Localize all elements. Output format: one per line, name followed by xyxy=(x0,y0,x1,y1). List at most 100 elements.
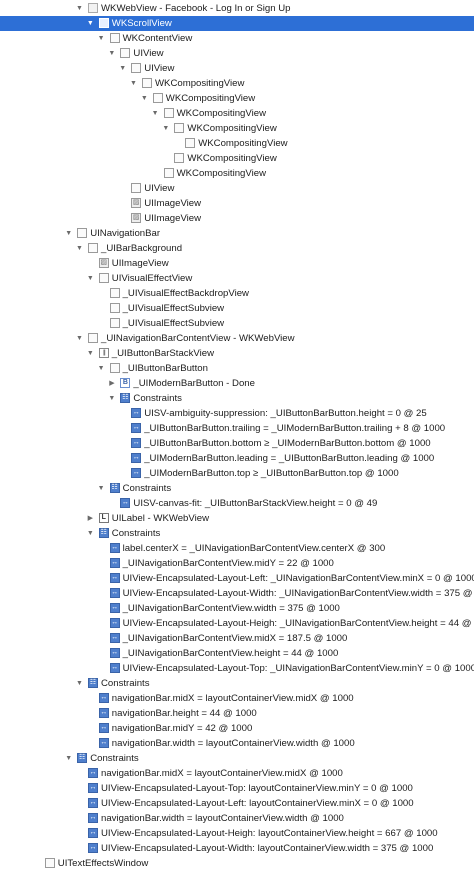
tree-row[interactable]: ▼ UIView xyxy=(0,61,474,76)
tree-row[interactable]: ▨ UIImageView xyxy=(0,211,474,226)
tree-row[interactable]: _UIVisualEffectBackdropView xyxy=(0,286,474,301)
tree-row[interactable]: ▼ UIVisualEffectView xyxy=(0,271,474,286)
disclosure-expanded-icon[interactable]: ▼ xyxy=(86,526,95,541)
disclosure-collapsed-icon[interactable]: ▶ xyxy=(86,511,95,526)
tree-row-label: Constraints xyxy=(111,527,161,539)
tree-row[interactable]: ↔ _UINavigationBarContentView.width = 375… xyxy=(0,601,474,616)
tree-row[interactable]: ↔ UISV-ambiguity-suppression: _UIButtonBa… xyxy=(0,406,474,421)
tree-row[interactable]: ▼ _UIButtonBarButton xyxy=(0,361,474,376)
tree-row[interactable]: ▼ ☷ Constraints xyxy=(0,676,474,691)
tree-row-label: WKScrollView xyxy=(111,17,172,29)
tree-row[interactable]: WKCompositingView xyxy=(0,151,474,166)
tree-row[interactable]: ▼ ☷ Constraints xyxy=(0,481,474,496)
tree-row[interactable]: ↔ navigationBar.width = layoutContainerVi… xyxy=(0,736,474,751)
tree-row[interactable]: ▨ UIImageView xyxy=(0,196,474,211)
disclosure-expanded-icon[interactable]: ▼ xyxy=(75,241,84,256)
tree-row[interactable]: ↔ _UIModernBarButton.leading = _UIButtonB… xyxy=(0,451,474,466)
tree-row[interactable]: ▼ WKCompositingView xyxy=(0,91,474,106)
constraint-icon: ↔ xyxy=(109,662,120,673)
tree-row[interactable]: ▼ ☷ Constraints xyxy=(0,391,474,406)
disclosure-collapsed-icon[interactable]: ▶ xyxy=(107,376,116,391)
tree-row-label: UINavigationBar xyxy=(90,227,161,239)
tree-row[interactable]: ↔ _UINavigationBarContentView.midY = 22 @… xyxy=(0,556,474,571)
disclosure-expanded-icon[interactable]: ▼ xyxy=(97,481,106,496)
tree-row[interactable]: ↔ navigationBar.width = layoutContainerVi… xyxy=(0,811,474,826)
disclosure-expanded-icon[interactable]: ▼ xyxy=(107,391,116,406)
tree-row[interactable]: WKCompositingView xyxy=(0,136,474,151)
tree-row[interactable]: ↔ _UINavigationBarContentView.height = 44… xyxy=(0,646,474,661)
tree-row[interactable]: ↔ UIView-Encapsulated-Layout-Heigh: _UINa… xyxy=(0,616,474,631)
disclosure-expanded-icon[interactable]: ▼ xyxy=(97,361,106,376)
constraint-icon: ↔ xyxy=(88,767,98,778)
tree-row[interactable]: ↔ UIView-Encapsulated-Layout-Top: layoutC… xyxy=(0,781,474,796)
tree-row[interactable]: _UIVisualEffectSubview xyxy=(0,301,474,316)
disclosure-expanded-icon[interactable]: ▼ xyxy=(161,121,170,136)
tree-row-label: UIView-Encapsulated-Layout-Top: _UINavig… xyxy=(122,662,474,674)
tree-row[interactable]: ▶ L UILabel - WKWebView xyxy=(0,511,474,526)
tree-row[interactable]: ↔ navigationBar.midY = 42 @ 1000 xyxy=(0,721,474,736)
tree-row[interactable]: ▼ UINavigationBar xyxy=(0,226,474,241)
tree-row[interactable]: ↔ navigationBar.midX = layoutContainerVie… xyxy=(0,766,474,781)
constraint-icon: ↔ xyxy=(98,692,109,703)
disclosure-expanded-icon[interactable]: ▼ xyxy=(64,751,73,766)
tree-row[interactable]: ▶ B _UIModernBarButton - Done xyxy=(0,376,474,391)
tree-row[interactable]: ↔ UIView-Encapsulated-Layout-Width: layou… xyxy=(0,841,474,856)
tree-row[interactable]: ▨ UIImageView xyxy=(0,256,474,271)
disclosure-expanded-icon[interactable]: ▼ xyxy=(151,106,160,121)
tree-row[interactable]: ↔ _UIButtonBarButton.trailing = _UIModern… xyxy=(0,421,474,436)
tree-row[interactable]: ↔ _UIModernBarButton.top ≥ _UIButtonBarBu… xyxy=(0,466,474,481)
tree-row-label: UIView-Encapsulated-Layout-Left: _UINavi… xyxy=(122,572,474,584)
tree-row[interactable]: ↔ UIView-Encapsulated-Layout-Width: _UINa… xyxy=(0,586,474,601)
disclosure-expanded-icon[interactable]: ▼ xyxy=(86,16,95,31)
tree-row[interactable]: ▼ _UIBarBackground xyxy=(0,241,474,256)
tree-row[interactable]: WKCompositingView xyxy=(0,166,474,181)
disclosure-expanded-icon[interactable]: ▼ xyxy=(86,271,95,286)
disclosure-expanded-icon[interactable]: ▼ xyxy=(75,331,84,346)
constraints-icon: ☷ xyxy=(88,677,98,688)
constraint-icon: ↔ xyxy=(131,437,142,448)
view-icon xyxy=(185,137,196,148)
tree-row[interactable]: ▼ WKScrollView xyxy=(0,15,474,31)
tree-row[interactable]: ↔ UIView-Encapsulated-Layout-Left: _UINav… xyxy=(0,571,474,586)
tree-row[interactable]: ↔ navigationBar.midX = layoutContainerVie… xyxy=(0,691,474,706)
constraint-icon: ↔ xyxy=(109,602,120,613)
disclosure-expanded-icon[interactable]: ▼ xyxy=(75,1,84,16)
constraint-icon: ↔ xyxy=(109,617,120,628)
tree-row[interactable]: ↔ UIView-Encapsulated-Layout-Heigh: layou… xyxy=(0,826,474,841)
tree-row[interactable]: ↔ navigationBar.height = 44 @ 1000 xyxy=(0,706,474,721)
disclosure-expanded-icon[interactable]: ▼ xyxy=(118,61,127,76)
tree-row[interactable]: ▼ ☷ Constraints xyxy=(0,751,474,766)
disclosure-expanded-icon[interactable]: ▼ xyxy=(107,46,116,61)
tree-row[interactable]: ▼ WKCompositingView xyxy=(0,121,474,136)
tree-row[interactable]: ↔ UIView-Encapsulated-Layout-Top: _UINavi… xyxy=(0,661,474,676)
disclosure-expanded-icon[interactable]: ▼ xyxy=(97,31,106,46)
disclosure-expanded-icon[interactable]: ▼ xyxy=(86,346,95,361)
tree-row[interactable]: ↔ label.centerX = _UINavigationBarContent… xyxy=(0,541,474,556)
view-icon xyxy=(163,107,174,118)
disclosure-expanded-icon[interactable]: ▼ xyxy=(64,226,73,241)
tree-row[interactable]: ↔ _UIButtonBarButton.bottom ≥ _UIModernBa… xyxy=(0,436,474,451)
tree-row[interactable]: ▼ ||| _UIButtonBarStackView xyxy=(0,346,474,361)
tree-row[interactable]: ▼ WKCompositingView xyxy=(0,106,474,121)
tree-row[interactable]: ▼ WKContentView xyxy=(0,31,474,46)
tree-row[interactable]: UIView xyxy=(0,181,474,196)
disclosure-expanded-icon[interactable]: ▼ xyxy=(75,676,84,691)
tree-row[interactable]: ↔ UISV-canvas-fit: _UIButtonBarStackView.… xyxy=(0,496,474,511)
constraint-icon: ↔ xyxy=(131,452,142,463)
tree-row[interactable]: ▼ WKWebView - Facebook - Log In or Sign U… xyxy=(0,1,474,16)
view-icon xyxy=(77,227,88,238)
tree-row[interactable]: ↔ _UINavigationBarContentView.midX = 187.… xyxy=(0,631,474,646)
tree-row-label: navigationBar.width = layoutContainerVie… xyxy=(101,812,344,824)
tree-row[interactable]: ▼ ☷ Constraints xyxy=(0,526,474,541)
constraints-icon: ☷ xyxy=(109,482,120,493)
tree-row-label: _UIButtonBarButton.bottom ≥ _UIModernBar… xyxy=(144,437,431,449)
tree-row[interactable]: ▼ _UINavigationBarContentView - WKWebView xyxy=(0,331,474,346)
tree-row[interactable]: UITextEffectsWindow xyxy=(0,856,474,871)
tree-row[interactable]: ↔ UIView-Encapsulated-Layout-Left: layout… xyxy=(0,796,474,811)
disclosure-expanded-icon[interactable]: ▼ xyxy=(129,76,138,91)
disclosure-expanded-icon[interactable]: ▼ xyxy=(140,91,149,106)
label-icon: L xyxy=(98,512,109,523)
tree-row[interactable]: ▼ UIView xyxy=(0,46,474,61)
tree-row[interactable]: ▼ WKCompositingView xyxy=(0,76,474,91)
tree-row[interactable]: _UIVisualEffectSubview xyxy=(0,316,474,331)
